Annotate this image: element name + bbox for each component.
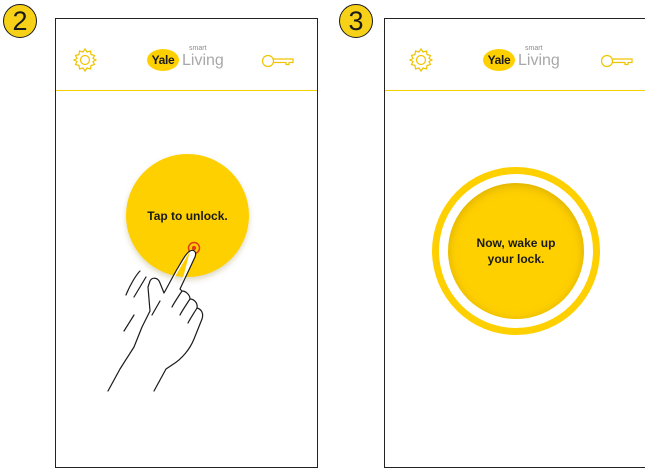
app-header: Yale smart Living <box>56 19 317 90</box>
yale-badge: Yale <box>483 49 515 71</box>
key-icon[interactable] <box>261 54 295 68</box>
phone-screen-unlock: Yale smart Living Tap to unlock. <box>55 18 318 468</box>
logo-living-text: Living <box>518 52 560 69</box>
wake-up-lock-button[interactable]: Now, wake up your lock. <box>448 183 584 319</box>
wake-up-label-line2: your lock. <box>487 252 545 266</box>
step-number-badge: 2 <box>3 4 37 38</box>
app-header: Yale smart Living <box>385 19 645 90</box>
logo-smart-text: smart <box>189 45 207 52</box>
tap-to-unlock-label: Tap to unlock. <box>147 208 228 223</box>
wake-up-label: Now, wake up your lock. <box>477 235 556 267</box>
yale-smart-living-logo: Yale smart Living <box>483 45 563 74</box>
step-number-badge: 3 <box>339 4 373 38</box>
phone-screen-wake: Yale smart Living Now, wake up your lock… <box>384 18 645 468</box>
logo-smart-text: smart <box>525 45 543 52</box>
step-number: 2 <box>12 5 28 36</box>
yale-badge: Yale <box>147 49 179 71</box>
gear-icon[interactable] <box>72 47 98 73</box>
pointing-hand-icon <box>107 241 204 392</box>
gear-icon[interactable] <box>408 47 434 73</box>
header-divider <box>56 90 317 91</box>
key-icon[interactable] <box>600 54 634 68</box>
header-divider <box>385 90 645 91</box>
logo-living-text: Living <box>182 52 224 69</box>
yale-smart-living-logo: Yale smart Living <box>147 45 227 74</box>
wake-up-label-line1: Now, wake up <box>476 236 556 250</box>
step-number: 3 <box>348 5 364 36</box>
